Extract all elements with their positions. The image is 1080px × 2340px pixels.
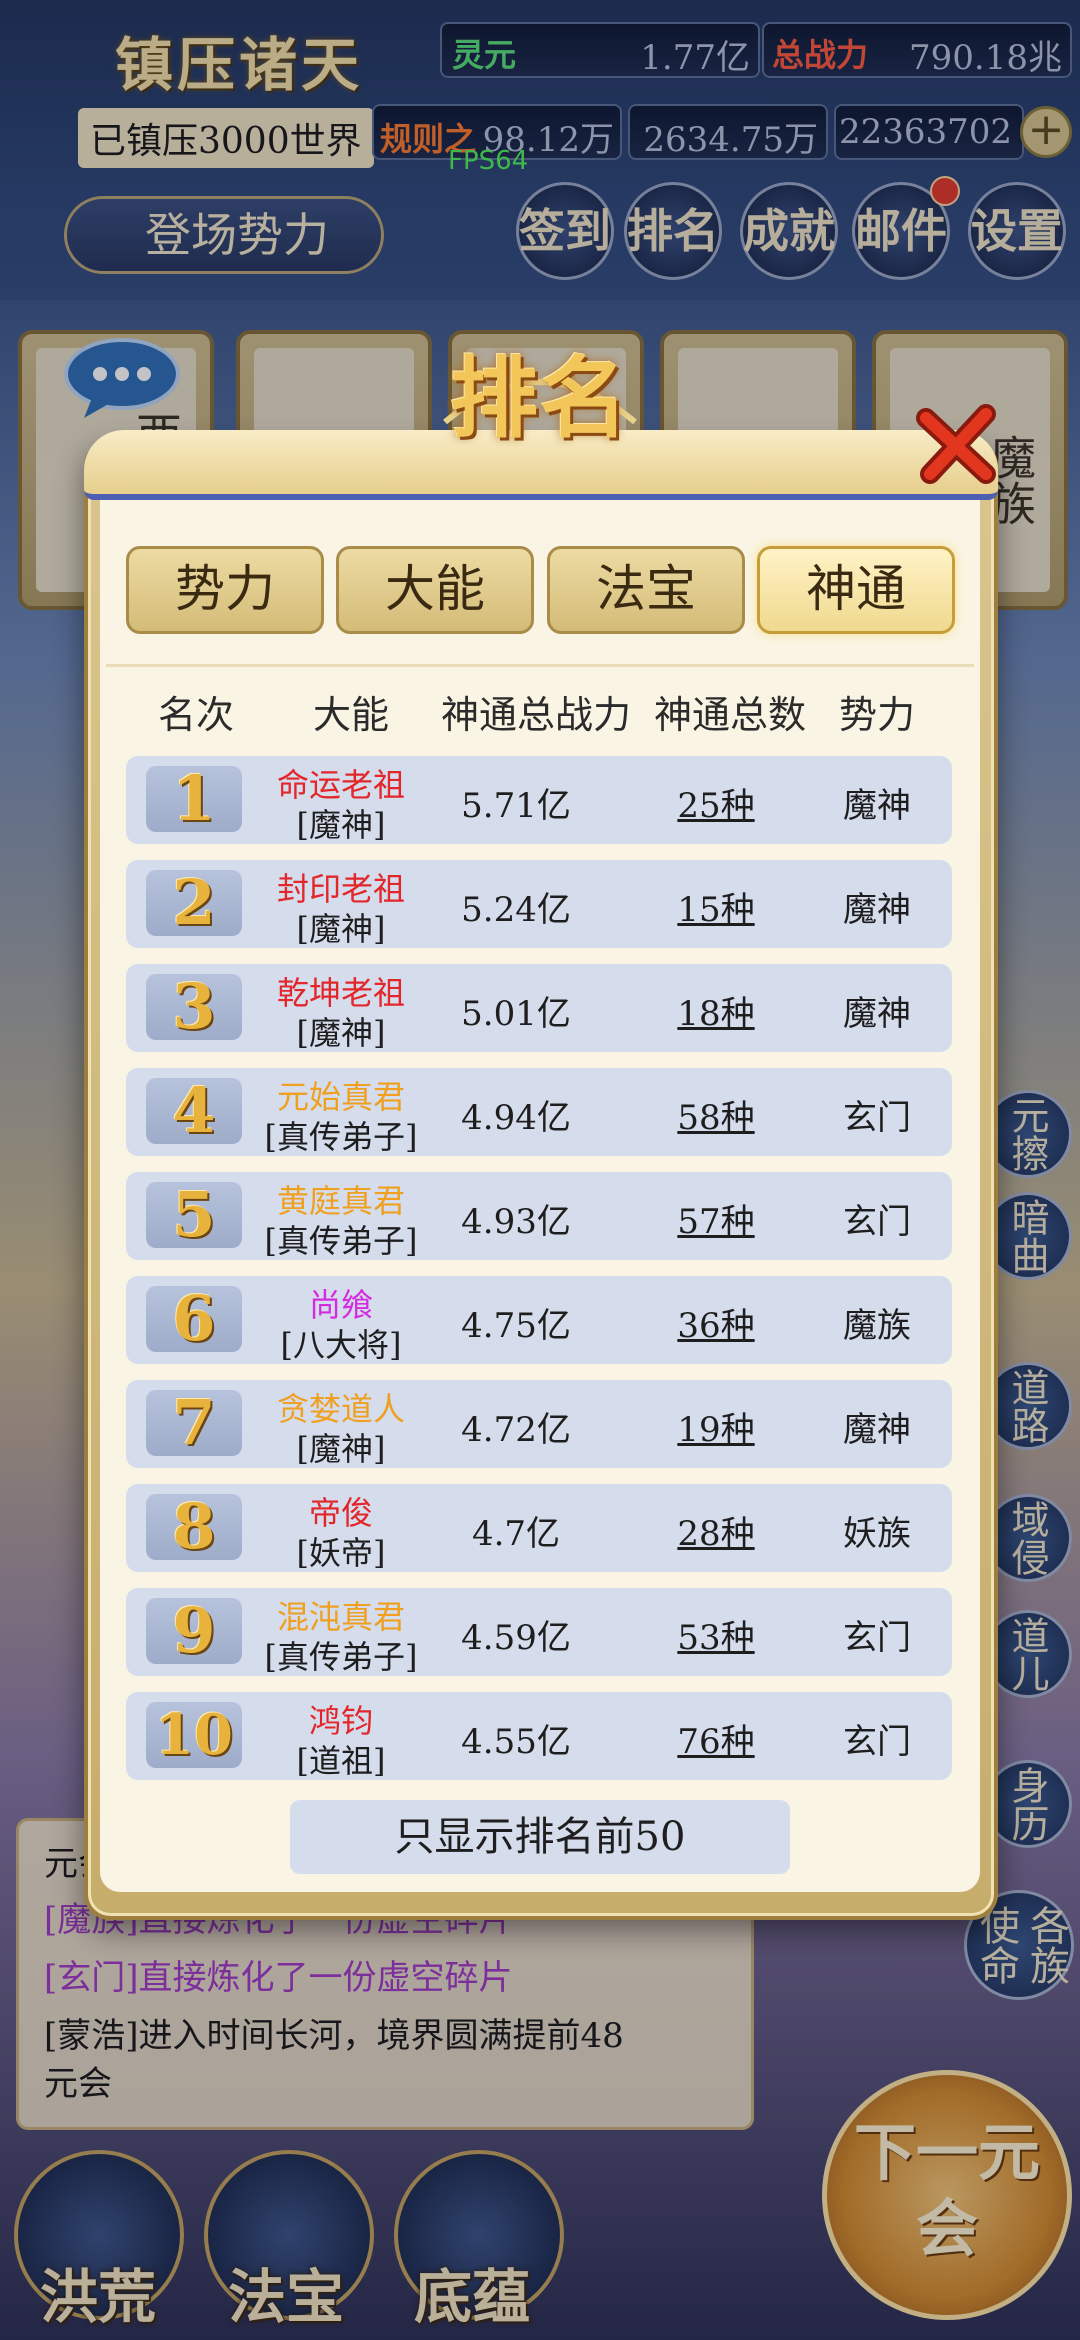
total-power: 5.71亿 — [461, 786, 571, 826]
faction-name: 玄门 — [843, 1098, 911, 1138]
ability-count-link[interactable]: 57种 — [626, 1194, 806, 1243]
player-title: [道祖] — [296, 1742, 386, 1780]
header-power: 神通总战力 — [440, 693, 631, 737]
faction-name: 玄门 — [843, 1722, 911, 1762]
faction-name: 玄门 — [843, 1202, 911, 1242]
total-power: 4.59亿 — [461, 1618, 571, 1658]
ability-count-link[interactable]: 58种 — [626, 1090, 806, 1139]
ranking-row[interactable]: 6 尚飨 [八大将] 4.75亿 36种 魔族 — [126, 1276, 952, 1364]
rank-badge: 9 — [146, 1598, 242, 1664]
header-name: 大能 — [312, 693, 389, 737]
ranking-row[interactable]: 7 贪婪道人 [魔神] 4.72亿 19种 魔神 — [126, 1380, 952, 1468]
total-power: 4.7亿 — [471, 1514, 561, 1554]
ability-count-link[interactable]: 25种 — [626, 778, 806, 827]
total-power: 4.72亿 — [461, 1410, 571, 1450]
faction-name: 魔神 — [843, 1410, 911, 1450]
header-rank: 名次 — [157, 693, 234, 737]
total-power: 5.01亿 — [461, 994, 571, 1034]
ranking-row[interactable]: 4 元始真君 [真传弟子] 4.94亿 58种 玄门 — [126, 1068, 952, 1156]
ranking-row[interactable]: 10 鸿钧 [道祖] 4.55亿 76种 玄门 — [126, 1692, 952, 1780]
total-power: 4.55亿 — [461, 1722, 571, 1762]
player-title: [魔神] — [296, 1430, 386, 1468]
ability-count-link[interactable]: 15种 — [626, 882, 806, 931]
faction-name: 玄门 — [843, 1618, 911, 1658]
rank-badge: 2 — [146, 870, 242, 936]
tab-faction[interactable]: 势力 — [126, 546, 324, 634]
player-title: [真传弟子] — [264, 1222, 418, 1260]
faction-name: 魔神 — [843, 786, 911, 826]
header-faction: 势力 — [838, 693, 915, 737]
top50-notice: 只显示排名前50 — [290, 1800, 790, 1874]
player-title: [真传弟子] — [264, 1118, 418, 1156]
player-title: [妖帝] — [296, 1534, 386, 1572]
tab-treasure[interactable]: 法宝 — [547, 546, 745, 634]
player-title: [魔神] — [296, 1014, 386, 1052]
rank-badge: 7 — [146, 1390, 242, 1456]
rank-badge: 1 — [146, 766, 242, 832]
rank-badge: 6 — [146, 1286, 242, 1352]
ability-count-link[interactable]: 36种 — [626, 1298, 806, 1347]
ranking-row[interactable]: 3 乾坤老祖 [魔神] 5.01亿 18种 魔神 — [126, 964, 952, 1052]
ability-count-link[interactable]: 19种 — [626, 1402, 806, 1451]
ability-count-link[interactable]: 76种 — [626, 1714, 806, 1763]
close-icon[interactable] — [912, 400, 1000, 488]
ranking-row[interactable]: 9 混沌真君 [真传弟子] 4.59亿 53种 玄门 — [126, 1588, 952, 1676]
faction-name: 妖族 — [843, 1514, 911, 1554]
modal-title: 排名 — [449, 346, 630, 450]
rank-badge: 10 — [146, 1702, 242, 1768]
player-title: [真传弟子] — [264, 1638, 418, 1676]
total-power: 4.93亿 — [461, 1202, 571, 1242]
faction-name: 魔神 — [843, 994, 911, 1034]
rank-badge: 4 — [146, 1078, 242, 1144]
player-title: [魔神] — [296, 806, 386, 844]
tab-divider — [106, 664, 974, 667]
ability-count-link[interactable]: 18种 — [626, 986, 806, 1035]
ranking-row[interactable]: 5 黄庭真君 [真传弟子] 4.93亿 57种 玄门 — [126, 1172, 952, 1260]
player-title: [八大将] — [280, 1326, 402, 1364]
ranking-row[interactable]: 2 封印老祖 [魔神] 5.24亿 15种 魔神 — [126, 860, 952, 948]
tab-great-power[interactable]: 大能 — [336, 546, 534, 634]
total-power: 4.94亿 — [461, 1098, 571, 1138]
faction-name: 魔族 — [843, 1306, 911, 1346]
total-power: 4.75亿 — [461, 1306, 571, 1346]
total-power: 5.24亿 — [461, 890, 571, 930]
ability-count-link[interactable]: 53种 — [626, 1610, 806, 1659]
ranking-row[interactable]: 8 帝俊 [妖帝] 4.7亿 28种 妖族 — [126, 1484, 952, 1572]
ranking-row[interactable]: 1 命运老祖 [魔神] 5.71亿 25种 魔神 — [126, 756, 952, 844]
header-count: 神通总数 — [653, 693, 806, 737]
faction-name: 魔神 — [843, 890, 911, 930]
rank-badge: 8 — [146, 1494, 242, 1560]
player-title: [魔神] — [296, 910, 386, 948]
rank-badge: 3 — [146, 974, 242, 1040]
rank-badge: 5 — [146, 1182, 242, 1248]
tab-divine-ability[interactable]: 神通 — [757, 546, 955, 634]
ability-count-link[interactable]: 28种 — [626, 1506, 806, 1555]
